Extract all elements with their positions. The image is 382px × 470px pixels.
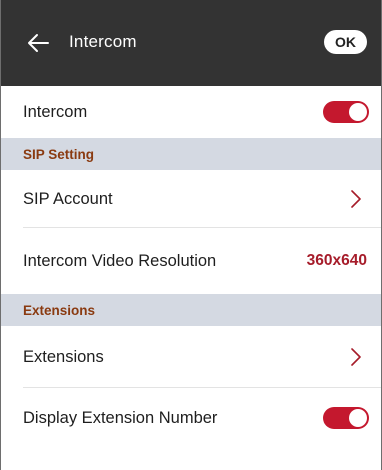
back-button[interactable]	[25, 30, 51, 56]
intercom-toggle[interactable]	[323, 101, 369, 123]
extensions-label: Extensions	[23, 347, 104, 366]
section-header-sip-setting: SIP Setting	[1, 138, 381, 170]
display-extension-number-toggle[interactable]	[323, 407, 369, 429]
top-bar: Intercom OK	[1, 0, 381, 86]
sip-account-label: SIP Account	[23, 189, 113, 208]
chevron-right-icon	[351, 348, 361, 366]
video-resolution-row[interactable]: Intercom Video Resolution 360x640	[1, 228, 381, 294]
page-title: Intercom	[69, 32, 137, 51]
video-resolution-value[interactable]: 360x640	[307, 252, 367, 270]
video-resolution-label: Intercom Video Resolution	[23, 251, 217, 270]
toggle-knob	[349, 103, 367, 121]
toggle-knob	[349, 409, 367, 427]
display-extension-number-row: Display Extension Number	[1, 388, 381, 448]
intercom-row: Intercom	[1, 86, 381, 138]
display-extension-number-label: Display Extension Number	[23, 408, 218, 427]
chevron-right-icon	[351, 190, 361, 208]
intercom-label: Intercom	[23, 102, 88, 121]
section-header-extensions: Extensions	[1, 294, 381, 326]
sip-account-row[interactable]: SIP Account	[1, 170, 381, 228]
ok-button[interactable]: OK	[324, 30, 367, 54]
arrow-left-icon	[28, 34, 49, 52]
intercom-settings-screen: Intercom OK Intercom SIP Setting SIP Acc…	[0, 0, 382, 470]
extensions-row[interactable]: Extensions	[1, 326, 381, 388]
